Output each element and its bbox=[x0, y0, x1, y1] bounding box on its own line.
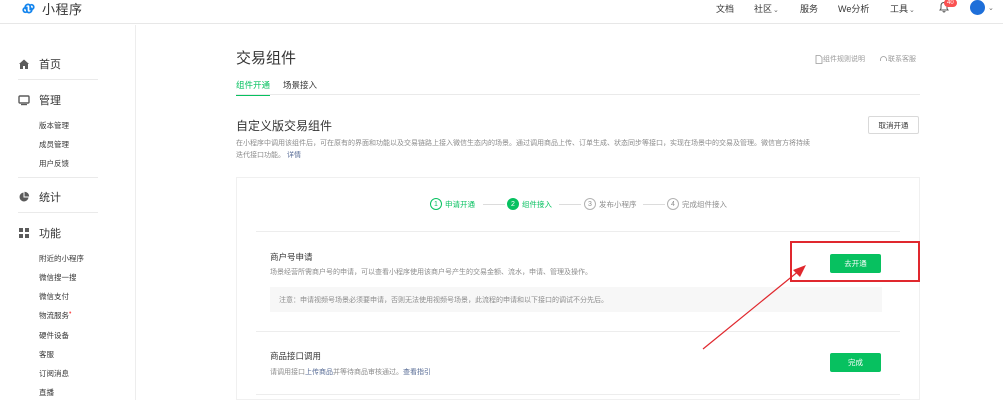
cancel-activation-button[interactable]: 取消开通 bbox=[868, 116, 919, 134]
merchant-notice: 注意：申请视频号场景必须要申请，否则无法使用视频号场景，此流程的申请和以下接口的… bbox=[270, 287, 882, 312]
step-label: 完成组件接入 bbox=[682, 199, 727, 209]
sidebar-section-stats[interactable]: 统计 bbox=[18, 189, 61, 205]
app-logo[interactable]: 小程序 bbox=[20, 0, 83, 18]
divider bbox=[256, 394, 900, 395]
sidebar-item-nearby[interactable]: 附近的小程序 bbox=[39, 253, 84, 264]
sidebar-item-home[interactable]: 首页 bbox=[18, 56, 61, 72]
step-label: 组件接入 bbox=[522, 199, 552, 209]
sidebar-item-versions[interactable]: 版本管理 bbox=[39, 120, 69, 131]
sidebar-item-pay[interactable]: 微信支付 bbox=[39, 291, 69, 302]
new-dot-icon: • bbox=[69, 310, 72, 317]
nav-community-label: 社区 bbox=[754, 4, 773, 14]
sidebar-item-label: 首页 bbox=[39, 59, 61, 71]
chevron-down-icon[interactable]: ⌄ bbox=[988, 4, 994, 12]
sidebar-section-manage[interactable]: 管理 bbox=[18, 92, 61, 108]
sidebar-section-label: 功能 bbox=[39, 228, 61, 240]
step-connector bbox=[643, 204, 665, 205]
sidebar-item-live[interactable]: 直播 bbox=[39, 387, 54, 398]
rules-link-label: 组件规则说明 bbox=[823, 56, 865, 63]
sidebar-section-label: 管理 bbox=[39, 95, 61, 107]
desc-text: 请调用接口 bbox=[270, 369, 305, 376]
divider bbox=[256, 331, 900, 332]
grid-icon bbox=[19, 228, 29, 238]
monitor-icon bbox=[18, 95, 30, 106]
step-complete: 4 完成组件接入 bbox=[667, 198, 727, 210]
tab-divider bbox=[236, 94, 920, 95]
nav-docs[interactable]: 文档 bbox=[716, 2, 734, 15]
upload-product-link[interactable]: 上传商品 bbox=[305, 369, 333, 376]
merchant-apply-desc: 场景经营所需商户号的申请，可以查看小程序使用该商户号产生的交易金额、流水，申请、… bbox=[270, 269, 592, 276]
sidebar-divider bbox=[18, 212, 98, 213]
divider bbox=[256, 231, 900, 232]
nav-analytics[interactable]: We分析 bbox=[838, 2, 869, 15]
app-name: 小程序 bbox=[42, 1, 83, 17]
home-icon bbox=[19, 59, 29, 69]
step-number: 2 bbox=[507, 198, 519, 210]
chevron-down-icon: ⌄ bbox=[909, 7, 915, 14]
nav-tools-label: 工具 bbox=[890, 4, 909, 14]
page-title: 交易组件 bbox=[236, 50, 297, 67]
sidebar-divider bbox=[18, 177, 98, 178]
desc-text: 并等待商品审核通过。 bbox=[333, 369, 403, 376]
nav-community[interactable]: 社区⌄ bbox=[754, 2, 779, 15]
details-link[interactable]: 详情 bbox=[287, 152, 301, 159]
nav-services[interactable]: 服务 bbox=[800, 2, 818, 15]
tab-scenes[interactable]: 场景接入 bbox=[283, 79, 317, 95]
step-label: 发布小程序 bbox=[599, 199, 637, 209]
step-label: 申请开通 bbox=[445, 199, 475, 209]
sidebar-item-label: 物流服务 bbox=[39, 311, 69, 320]
document-icon bbox=[815, 54, 823, 64]
sidebar-divider bbox=[18, 79, 98, 80]
highlight-box bbox=[790, 241, 920, 282]
nav-tools[interactable]: 工具⌄ bbox=[890, 2, 915, 15]
sidebar-item-logistics[interactable]: 物流服务• bbox=[39, 310, 71, 321]
contact-link-label: 联系客服 bbox=[888, 56, 916, 63]
complete-button[interactable]: 完成 bbox=[830, 353, 881, 372]
sidebar-item-members[interactable]: 成员管理 bbox=[39, 139, 69, 150]
sidebar-section-features[interactable]: 功能 bbox=[18, 225, 61, 241]
notification-badge: 40 bbox=[944, 0, 957, 7]
product-api-desc: 请调用接口上传商品并等待商品审核通过。查看指引 bbox=[270, 367, 431, 377]
top-bar: 小程序 文档 社区⌄ 服务 We分析 工具⌄ 40 ⌄ bbox=[0, 0, 1003, 24]
sidebar-item-feedback[interactable]: 用户反馈 bbox=[39, 158, 69, 169]
merchant-apply-title: 商户号申请 bbox=[270, 252, 313, 262]
sidebar-item-search[interactable]: 微信搜一搜 bbox=[39, 272, 77, 283]
step-connector bbox=[559, 204, 581, 205]
notice-text: 注意：申请视频号场景必须要申请，否则无法使用视频号场景，此流程的申请和以下接口的… bbox=[279, 296, 608, 304]
chevron-down-icon: ⌄ bbox=[773, 7, 779, 14]
headset-icon bbox=[880, 55, 887, 61]
section-title: 自定义版交易组件 bbox=[236, 119, 333, 133]
miniprogram-logo-icon bbox=[22, 3, 35, 13]
section-description: 在小程序中调用该组件后，可在原有的界面和功能以及交易链路上接入微信生态内的场景。… bbox=[236, 138, 811, 162]
sidebar-item-subscribe[interactable]: 订阅消息 bbox=[39, 368, 69, 379]
view-guide-link[interactable]: 查看指引 bbox=[403, 369, 431, 376]
product-api-title: 商品接口调用 bbox=[270, 351, 322, 361]
step-connector bbox=[483, 204, 505, 205]
description-text: 在小程序中调用该组件后，可在原有的界面和功能以及交易链路上接入微信生态内的场景。… bbox=[236, 140, 810, 159]
avatar[interactable] bbox=[970, 0, 985, 15]
contact-link[interactable]: 联系客服 bbox=[879, 54, 916, 64]
step-number: 4 bbox=[667, 198, 679, 210]
pie-chart-icon bbox=[19, 191, 30, 202]
step-number: 1 bbox=[430, 198, 442, 210]
step-integrate: 2 组件接入 bbox=[507, 198, 552, 210]
step-apply: 1 申请开通 bbox=[430, 198, 475, 210]
rules-link[interactable]: 组件规则说明 bbox=[815, 54, 865, 64]
sidebar-item-hardware[interactable]: 硬件设备 bbox=[39, 330, 69, 341]
sidebar-section-label: 统计 bbox=[39, 192, 61, 204]
step-publish: 3 发布小程序 bbox=[584, 198, 637, 210]
sidebar-item-service[interactable]: 客服 bbox=[39, 349, 54, 360]
step-number: 3 bbox=[584, 198, 596, 210]
